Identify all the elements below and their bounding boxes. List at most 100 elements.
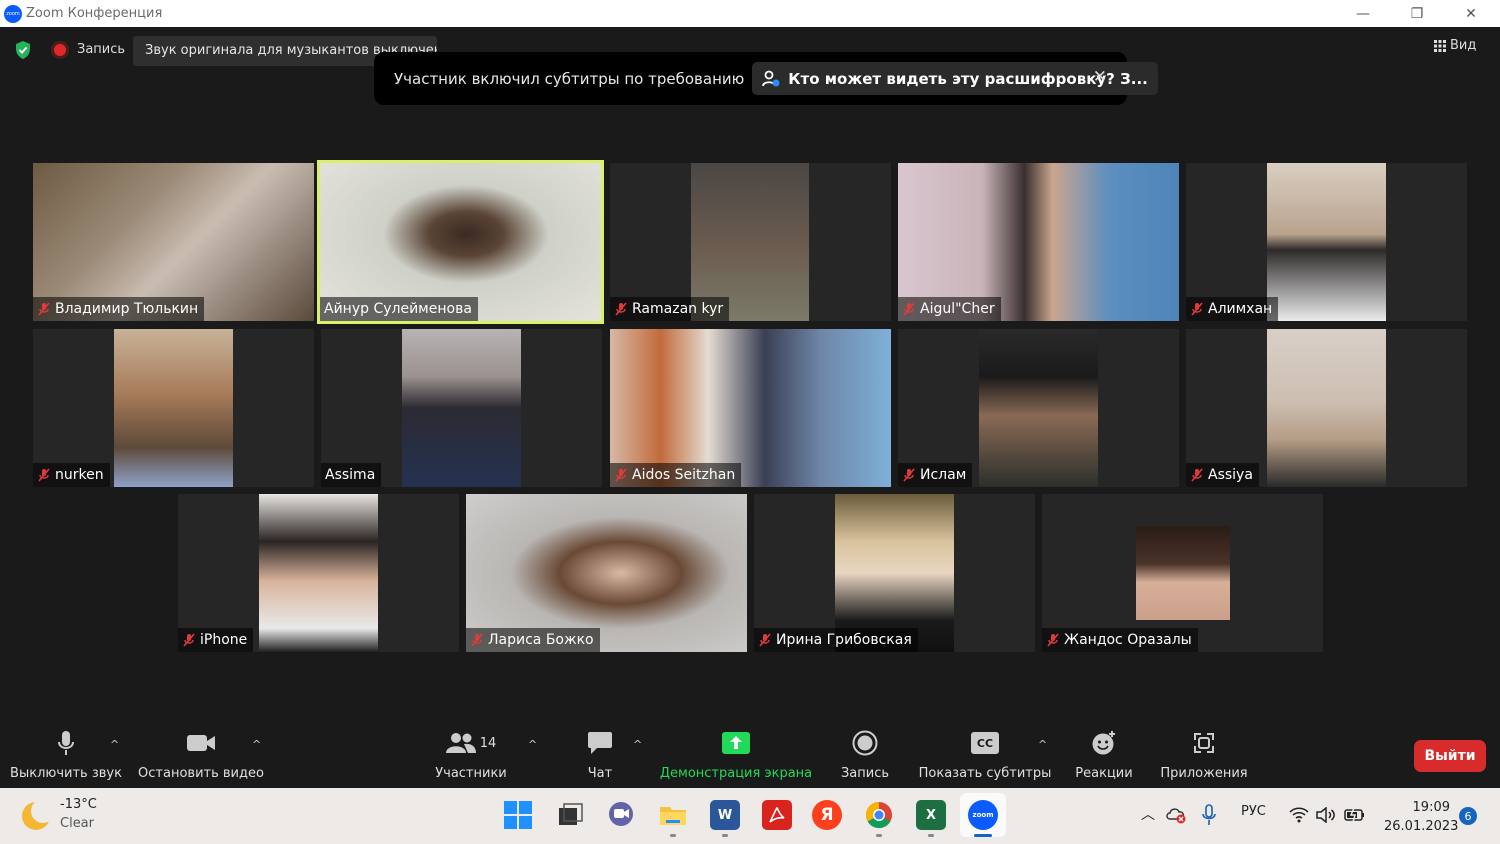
yandex-browser-icon[interactable]: Я xyxy=(812,800,842,830)
mic-muted-icon xyxy=(38,302,50,316)
participant-name: Ирина Грибовская xyxy=(776,632,912,648)
chrome-icon[interactable] xyxy=(864,800,894,830)
mic-muted-icon xyxy=(183,633,195,647)
microphone-tray-icon[interactable] xyxy=(1202,804,1216,826)
mic-muted-icon xyxy=(903,468,915,482)
audio-options-caret-icon[interactable]: ^ xyxy=(110,738,119,751)
clock-date: 26.01.2023 xyxy=(1384,819,1459,834)
record-button[interactable]: Запись xyxy=(836,720,894,788)
participant-name-tag: Aigul"Cher xyxy=(898,297,1001,321)
weather-condition[interactable]: Clear xyxy=(60,816,94,831)
file-explorer-icon[interactable] xyxy=(658,800,688,830)
participant-name: Жандос Оразалы xyxy=(1064,632,1192,648)
mute-button[interactable]: Выключить звук xyxy=(10,720,122,788)
battery-charging-icon[interactable] xyxy=(1344,807,1366,823)
video-tile[interactable]: Aidos Seitzhan xyxy=(610,329,891,487)
reactions-button[interactable]: Реакции xyxy=(1074,720,1134,788)
close-notification-icon[interactable]: ✕ xyxy=(1093,67,1107,87)
participants-label: Участники xyxy=(435,766,507,781)
teams-chat-icon[interactable] xyxy=(606,800,636,830)
participant-video xyxy=(259,494,378,652)
participant-name: Владимир Тюлькин xyxy=(55,301,199,317)
record-icon xyxy=(852,730,878,756)
video-label: Остановить видео xyxy=(138,766,264,781)
mic-muted-icon xyxy=(471,633,483,647)
video-camera-icon xyxy=(187,735,215,751)
video-options-caret-icon[interactable]: ^ xyxy=(252,738,261,751)
participant-name: Лариса Божко xyxy=(488,632,594,648)
participants-options-caret-icon[interactable]: ^ xyxy=(528,738,537,751)
moon-weather-icon[interactable] xyxy=(22,799,55,830)
participant-video xyxy=(1267,329,1386,487)
close-window-button[interactable]: ✕ xyxy=(1444,0,1498,27)
video-tile[interactable]: Ислам xyxy=(898,329,1179,487)
leave-meeting-button[interactable]: Выйти xyxy=(1414,740,1486,772)
word-icon[interactable]: W xyxy=(710,800,740,830)
notification-count-badge[interactable]: 6 xyxy=(1459,807,1477,825)
video-tile[interactable]: nurken xyxy=(33,329,314,487)
video-tile-active-speaker[interactable]: Айнур Сулейменова xyxy=(317,160,604,324)
captions-options-caret-icon[interactable]: ^ xyxy=(1038,738,1047,751)
security-shield-icon[interactable] xyxy=(14,40,32,60)
windows-taskbar: -13°C Clear W Я X zoom ︿ РУС 19:09 26.01… xyxy=(0,788,1500,844)
video-tile[interactable]: Ирина Грибовская xyxy=(754,494,1035,652)
onedrive-error-icon[interactable] xyxy=(1166,806,1188,824)
captions-notification: Участник включил субтитры по требованию … xyxy=(374,52,1158,105)
weather-temperature[interactable]: -13°C xyxy=(60,797,97,812)
video-tile[interactable]: Жандос Оразалы xyxy=(1042,494,1323,652)
participant-name-tag: nurken xyxy=(33,463,110,487)
captions-label: Показать субтитры xyxy=(918,766,1052,781)
minimize-button[interactable]: — xyxy=(1336,0,1390,27)
task-view-icon[interactable] xyxy=(555,800,585,830)
video-tile[interactable]: iPhone xyxy=(178,494,459,652)
participant-name: Айнур Сулейменова xyxy=(324,301,472,317)
video-tile[interactable]: Aigul"Cher xyxy=(898,163,1179,321)
video-tile[interactable]: Assima xyxy=(321,329,602,487)
participants-button[interactable]: 14 Участники xyxy=(430,720,512,788)
person-info-icon xyxy=(762,70,780,86)
mic-muted-icon xyxy=(1191,468,1203,482)
excel-icon[interactable]: X xyxy=(916,800,946,830)
participant-video xyxy=(402,329,521,487)
record-label: Запись xyxy=(840,766,890,781)
apps-label: Приложения xyxy=(1160,766,1248,781)
recording-dot-icon xyxy=(54,44,66,56)
video-tile[interactable]: Алимхан xyxy=(1186,163,1467,321)
share-screen-icon xyxy=(722,732,750,754)
video-tile[interactable]: Ramazan kyr xyxy=(610,163,891,321)
participant-name: Алимхан xyxy=(1208,301,1273,317)
recording-label[interactable]: Запись xyxy=(77,42,125,57)
participant-name: Assiya xyxy=(1208,467,1253,483)
windows-start-icon[interactable] xyxy=(503,800,533,830)
chat-options-caret-icon[interactable]: ^ xyxy=(633,738,642,751)
input-language-indicator[interactable]: РУС xyxy=(1241,804,1266,819)
participant-name: nurken xyxy=(55,467,104,483)
share-screen-button[interactable]: Демонстрация экрана xyxy=(660,720,812,788)
volume-icon[interactable] xyxy=(1316,807,1336,823)
video-tile[interactable]: Лариса Божко xyxy=(466,494,747,652)
notification-message: Участник включил субтитры по требованию xyxy=(394,69,745,88)
participant-name: Aidos Seitzhan xyxy=(632,467,736,483)
chat-button[interactable]: Чат xyxy=(580,720,620,788)
video-tile[interactable]: Assiya xyxy=(1186,329,1467,487)
stop-video-button[interactable]: Остановить видео xyxy=(136,720,266,788)
video-tile[interactable]: Владимир Тюлькин xyxy=(33,163,314,321)
apps-button[interactable]: Приложения xyxy=(1158,720,1250,788)
zoom-app-icon[interactable]: zoom xyxy=(968,800,998,830)
window-title-bar: zoom Zoom Конференция — ❐ ✕ xyxy=(0,0,1500,27)
participant-video xyxy=(114,329,233,487)
participant-name: Aigul"Cher xyxy=(920,301,995,317)
tray-overflow-chevron-icon[interactable]: ︿ xyxy=(1141,804,1155,824)
running-indicator xyxy=(876,834,882,837)
show-captions-button[interactable]: CC Показать субтитры xyxy=(918,720,1052,788)
acrobat-pdf-icon[interactable] xyxy=(762,800,792,830)
participants-count: 14 xyxy=(479,735,497,751)
restore-button[interactable]: ❐ xyxy=(1390,0,1444,27)
reactions-label: Реакции xyxy=(1075,766,1133,781)
wifi-icon[interactable] xyxy=(1289,807,1309,823)
participants-icon xyxy=(445,733,476,753)
chat-label: Чат xyxy=(587,766,613,781)
participant-name-tag: Лариса Божко xyxy=(466,628,600,652)
system-clock[interactable]: 19:09 26.01.2023 xyxy=(1384,798,1459,836)
view-button[interactable]: Вид xyxy=(1434,38,1476,53)
